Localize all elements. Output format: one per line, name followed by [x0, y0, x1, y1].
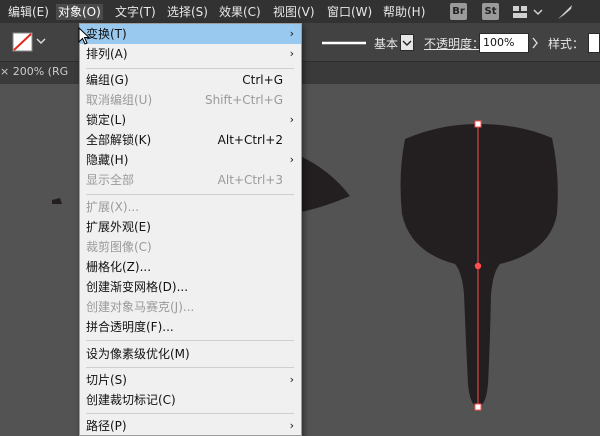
menu-item-unlock-all[interactable]: 全部解锁(K) Alt+Ctrl+2: [80, 130, 301, 150]
menu-select[interactable]: 选择(S): [167, 4, 208, 20]
stock-button[interactable]: St: [482, 3, 499, 20]
menu-item-group[interactable]: 编组(G) Ctrl+G: [80, 70, 301, 90]
mouse-cursor-icon: [78, 27, 91, 45]
chevron-right-icon: ›: [289, 113, 294, 126]
menu-item-flatten-transparency[interactable]: 拼合透明度(F)...: [80, 317, 301, 337]
feather-icon[interactable]: [556, 3, 574, 21]
menu-type[interactable]: 文字(T): [115, 4, 156, 20]
anchor-point-bottom[interactable]: [474, 403, 482, 411]
anchor-point-top[interactable]: [474, 120, 482, 128]
chevron-right-icon: ›: [289, 47, 294, 60]
partial-shape-left[interactable]: [300, 156, 350, 212]
menu-item-expand-appearance[interactable]: 扩展外观(E): [80, 217, 301, 237]
opacity-input[interactable]: 100%: [479, 33, 529, 53]
menu-bar: 编辑(E) 对象(O) 文字(T) 选择(S) 效果(C) 视图(V) 窗口(W…: [0, 0, 600, 23]
document-tab[interactable]: × 200% (RG: [0, 65, 68, 78]
menu-item-ungroup[interactable]: 取消编组(U) Shift+Ctrl+G: [80, 90, 301, 110]
menu-item-transform[interactable]: 变换(T) ›: [80, 24, 301, 44]
menu-item-make-pixel-perfect[interactable]: 设为像素级优化(M): [80, 344, 301, 364]
menu-item-slice[interactable]: 切片(S) ›: [80, 370, 301, 390]
menu-window[interactable]: 窗口(W): [327, 4, 372, 20]
stroke-profile-icon[interactable]: [320, 37, 368, 49]
chevron-right-icon: ›: [289, 373, 294, 386]
stroke-style-dropdown[interactable]: [400, 34, 414, 51]
chevron-right-icon: ›: [289, 419, 294, 432]
menu-separator: [86, 367, 294, 368]
chevron-right-icon: ›: [289, 153, 294, 166]
menu-separator: [86, 340, 294, 341]
menu-edit[interactable]: 编辑(E): [8, 4, 49, 20]
chevron-right-icon[interactable]: [531, 36, 539, 50]
close-icon[interactable]: ×: [0, 65, 9, 78]
menu-effect[interactable]: 效果(C): [219, 4, 261, 20]
menu-item-rasterize[interactable]: 栅格化(Z)...: [80, 257, 301, 277]
menu-object[interactable]: 对象(O): [56, 4, 103, 20]
chevron-down-icon: [402, 40, 412, 46]
menu-item-path[interactable]: 路径(P) ›: [80, 416, 301, 435]
center-point[interactable]: [474, 262, 482, 270]
menu-item-create-trim-marks[interactable]: 创建裁切标记(C): [80, 390, 301, 410]
graphic-style-swatch[interactable]: [588, 33, 600, 53]
chevron-down-icon[interactable]: [36, 38, 46, 46]
menu-separator: [86, 194, 294, 195]
menu-view[interactable]: 视图(V): [273, 4, 315, 20]
menu-item-show-all[interactable]: 显示全部 Alt+Ctrl+3: [80, 170, 301, 190]
chevron-right-icon: ›: [289, 27, 294, 40]
document-tab-label: 200% (RG: [12, 65, 69, 78]
opacity-label: 不透明度：: [424, 37, 485, 51]
menu-item-create-gradient-mesh[interactable]: 创建渐变网格(D)...: [80, 277, 301, 297]
menu-item-create-object-mosaic[interactable]: 创建对象马赛克(J)...: [80, 297, 301, 317]
fill-none-swatch-icon[interactable]: [12, 32, 34, 52]
menu-help[interactable]: 帮助(H): [383, 4, 425, 20]
workspace-switcher-icon[interactable]: [512, 4, 544, 20]
partial-shape-edge: [52, 198, 62, 204]
menu-item-crop-image[interactable]: 裁剪图像(C): [80, 237, 301, 257]
menu-item-expand[interactable]: 扩展(X)...: [80, 197, 301, 217]
menu-item-lock[interactable]: 锁定(L) ›: [80, 110, 301, 130]
menu-separator: [86, 68, 294, 69]
style-label: 样式：: [548, 37, 585, 51]
menu-separator: [86, 413, 294, 414]
object-menu: 变换(T) › 排列(A) › 编组(G) Ctrl+G 取消编组(U) Shi…: [79, 23, 302, 436]
menu-item-arrange[interactable]: 排列(A) ›: [80, 44, 301, 64]
stroke-style-label[interactable]: 基本: [374, 35, 398, 52]
bridge-button[interactable]: Br: [450, 3, 467, 20]
menu-item-hide[interactable]: 隐藏(H) ›: [80, 150, 301, 170]
